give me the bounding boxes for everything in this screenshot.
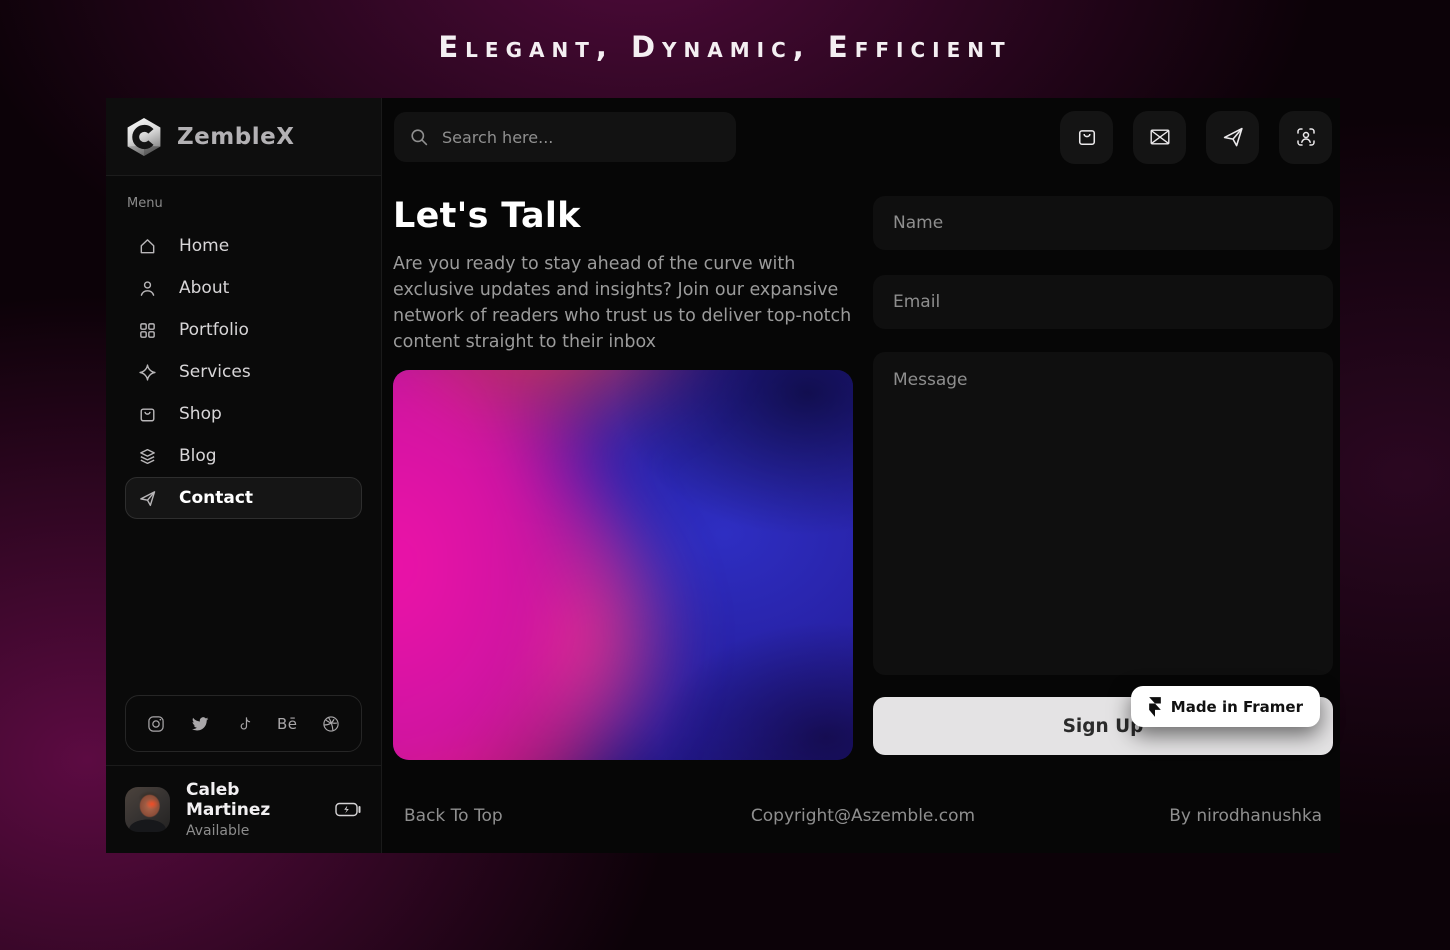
search-input[interactable] (442, 128, 721, 147)
topbar (382, 98, 1340, 176)
sparkle-icon (138, 363, 157, 382)
user-scan-icon (1294, 125, 1318, 149)
sidebar-item-label: Blog (179, 446, 217, 466)
intro-column: Let's Talk Are you ready to stay ahead o… (393, 194, 853, 760)
behance-icon[interactable]: Bē (277, 714, 297, 734)
gradient-artwork-image (393, 370, 853, 760)
back-to-top-link[interactable]: Back To Top (404, 806, 503, 826)
page-description: Are you ready to stay ahead of the curve… (393, 251, 853, 355)
social-links-bar: Bē (125, 695, 362, 752)
sidebar-item-contact[interactable]: Contact (125, 477, 362, 519)
sidebar-item-label: Contact (179, 488, 253, 508)
sidebar-nav: Menu Home About Portfolio (106, 176, 381, 765)
grid-icon (138, 321, 157, 340)
sidebar: ZembleX Menu Home About Portfolio (106, 98, 382, 853)
mail-icon (1148, 125, 1172, 149)
main-area: Let's Talk Are you ready to stay ahead o… (382, 98, 1340, 853)
shopping-bag-icon (138, 405, 157, 424)
content: Let's Talk Are you ready to stay ahead o… (382, 176, 1340, 760)
sidebar-item-about[interactable]: About (125, 267, 362, 309)
home-icon (138, 237, 157, 256)
app-window: ZembleX Menu Home About Portfolio (106, 98, 1340, 853)
brand-logo-icon (125, 116, 163, 158)
menu-label: Menu (127, 196, 362, 211)
page-title: Let's Talk (393, 196, 853, 236)
message-field[interactable] (873, 352, 1333, 675)
artwork-vignette-layer (393, 370, 853, 760)
email-field[interactable] (873, 275, 1333, 329)
contact-form: Sign Up (873, 194, 1333, 760)
credit-text: By nirodhanushka (1169, 806, 1322, 826)
mail-button[interactable] (1133, 111, 1186, 164)
sidebar-item-services[interactable]: Services (125, 351, 362, 393)
framer-logo-icon (1148, 697, 1162, 717)
sidebar-item-label: About (179, 278, 229, 298)
paper-plane-icon (1221, 125, 1245, 149)
sidebar-item-home[interactable]: Home (125, 225, 362, 267)
footer: Back To Top Copyright@Aszemble.com By ni… (382, 806, 1340, 826)
battery-charging-icon (335, 802, 362, 817)
profile-status: Available (186, 823, 319, 839)
made-in-framer-badge[interactable]: Made in Framer (1131, 686, 1320, 727)
paper-plane-icon (138, 489, 157, 508)
sidebar-item-label: Portfolio (179, 320, 249, 340)
sidebar-item-label: Home (179, 236, 229, 256)
brand-name: ZembleX (177, 124, 294, 150)
page-tagline: Elegant, Dynamic, Efficient (0, 30, 1450, 64)
dribbble-icon[interactable] (321, 714, 341, 734)
sidebar-item-blog[interactable]: Blog (125, 435, 362, 477)
avatar (125, 787, 170, 832)
search-bar[interactable] (394, 112, 736, 162)
shop-button[interactable] (1060, 111, 1113, 164)
profile-info: Caleb Martinez Available (186, 780, 319, 839)
topbar-actions (1060, 111, 1332, 164)
instagram-icon[interactable] (146, 714, 166, 734)
sidebar-item-portfolio[interactable]: Portfolio (125, 309, 362, 351)
copyright-text: Copyright@Aszemble.com (751, 806, 975, 826)
sidebar-item-shop[interactable]: Shop (125, 393, 362, 435)
user-scan-button[interactable] (1279, 111, 1332, 164)
send-button[interactable] (1206, 111, 1259, 164)
shopping-bag-icon (1076, 126, 1098, 148)
user-icon (138, 279, 157, 298)
sidebar-item-label: Shop (179, 404, 222, 424)
name-field[interactable] (873, 196, 1333, 250)
sidebar-item-label: Services (179, 362, 251, 382)
tiktok-icon[interactable] (234, 714, 254, 734)
search-icon (409, 127, 429, 147)
layers-icon (138, 447, 157, 466)
user-profile[interactable]: Caleb Martinez Available (106, 765, 381, 853)
twitter-icon[interactable] (190, 714, 210, 734)
badge-label: Made in Framer (1171, 698, 1303, 716)
profile-name: Caleb Martinez (186, 780, 319, 820)
brand-header: ZembleX (106, 98, 381, 176)
